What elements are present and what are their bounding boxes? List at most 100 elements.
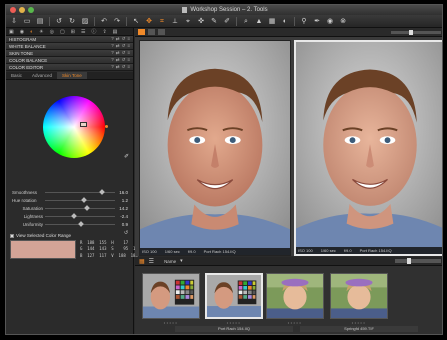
exposure-icon[interactable]: ⊗	[339, 17, 347, 25]
rating-stars[interactable]: •••••	[205, 320, 263, 325]
warning-icon[interactable]: ▲	[255, 17, 263, 25]
zoom-slider[interactable]	[391, 30, 441, 35]
menu-icon[interactable]: ≡	[127, 36, 130, 42]
slider-value[interactable]: 1.2	[115, 198, 128, 203]
folder-icon[interactable]: ▤	[36, 17, 44, 25]
rotate-left-icon[interactable]: ↺	[55, 17, 63, 25]
details-tab-icon[interactable]: ⊞	[71, 29, 75, 35]
viewer-image-left[interactable]: ISO 100 1/60 sec f/9.0 Port Rach 154.IIQ	[139, 40, 291, 256]
straighten-icon[interactable]: ⟂	[171, 17, 179, 25]
menu-icon[interactable]: ≡	[127, 43, 130, 49]
flip-icon[interactable]: ◐	[281, 17, 289, 25]
import-icon[interactable]: ⇩	[10, 17, 18, 25]
slider-track[interactable]	[45, 188, 115, 195]
slider-value[interactable]: 14.2	[115, 206, 128, 211]
reset-icon[interactable]: ↺	[122, 64, 126, 70]
copy-apply-icon[interactable]: ⇄	[116, 36, 120, 42]
single-view-button[interactable]	[138, 29, 145, 35]
filmstrip-thumbnail[interactable]	[330, 273, 388, 319]
rating-stars[interactable]: •••••	[330, 320, 388, 325]
reset-icon[interactable]: ↺	[122, 36, 126, 42]
exposure-tab-icon[interactable]: ☀	[39, 29, 43, 35]
reset-icon[interactable]: ↺	[122, 50, 126, 56]
loupe-icon[interactable]: ⚲	[300, 17, 308, 25]
slider-value[interactable]: 16.0	[115, 190, 128, 195]
copy-apply-icon[interactable]: ⇄	[116, 43, 120, 49]
copy-apply-icon[interactable]: ⇄	[116, 50, 120, 56]
color-wheel-handle[interactable]	[105, 125, 108, 128]
trash-icon[interactable]: ▨	[81, 17, 89, 25]
metadata-tab-icon[interactable]: ⓘ	[91, 28, 96, 35]
brush-icon[interactable]: ✎	[210, 17, 218, 25]
view-selected-color-range-checkbox[interactable]	[10, 233, 14, 238]
browser-list-icon[interactable]: ☰	[149, 258, 154, 265]
slider-value[interactable]: 0.9	[115, 222, 128, 227]
lens-tab-icon[interactable]: ◎	[50, 29, 54, 35]
slider-track[interactable]	[45, 196, 115, 203]
rating-stars[interactable]: •••••	[266, 320, 324, 325]
color-editor-tab[interactable]: Basic	[6, 72, 27, 79]
color-editor-tab[interactable]: Skin Tone	[57, 72, 87, 79]
rotate-right-icon[interactable]: ↻	[68, 17, 76, 25]
zoom-icon[interactable]: ⌕	[242, 17, 250, 25]
capture-icon[interactable]: ▭	[23, 17, 31, 25]
filmstrip-thumbnail[interactable]	[205, 273, 263, 319]
reset-icon[interactable]: ↺	[122, 57, 126, 63]
library-tab-icon[interactable]: ▣	[9, 29, 14, 35]
color-editor-tab[interactable]: Advanced	[27, 72, 57, 79]
slider-value[interactable]: -2.4	[115, 214, 128, 219]
crop-icon[interactable]: ⌗	[158, 17, 166, 25]
heal-icon[interactable]: ✜	[197, 17, 205, 25]
zoom-slider-knob[interactable]	[409, 30, 413, 35]
compare-view-button[interactable]	[158, 29, 165, 35]
slider-track[interactable]	[45, 212, 115, 219]
tool-section-header[interactable]: HISTOGRAM? ⇄ ↺ ≡	[6, 36, 133, 43]
view-selected-color-range[interactable]: View Selected Color Range	[10, 232, 130, 239]
menu-icon[interactable]: ≡	[127, 50, 130, 56]
rating-stars[interactable]: •••••	[142, 320, 200, 325]
thumbnail-size-slider[interactable]	[395, 258, 441, 264]
cursor-icon[interactable]: ↖	[132, 17, 140, 25]
undo-icon[interactable]: ↶	[100, 17, 108, 25]
batch-tab-icon[interactable]: ▤	[113, 29, 118, 35]
pen-icon[interactable]: ✒	[313, 17, 321, 25]
slider-track[interactable]	[45, 204, 115, 211]
slider-knob[interactable]	[78, 220, 85, 227]
slider-knob[interactable]	[71, 212, 78, 219]
menu-icon[interactable]: ≡	[127, 64, 130, 70]
filmstrip-thumbnail[interactable]	[266, 273, 324, 319]
adjustments-tab-icon[interactable]: ☰	[81, 29, 85, 35]
skin-tone-swatch[interactable]	[10, 240, 76, 259]
thumbnail-size-knob[interactable]	[407, 258, 411, 264]
help-icon[interactable]: ?	[111, 43, 114, 49]
sort-by-label[interactable]: Name	[164, 259, 176, 264]
slider-knob[interactable]	[84, 204, 90, 211]
filmstrip-thumbnail[interactable]	[142, 273, 200, 319]
color-range-marker[interactable]	[80, 122, 87, 127]
slider-knob[interactable]	[99, 188, 106, 195]
help-icon[interactable]: ?	[111, 36, 114, 42]
capture-tab-icon[interactable]: ◉	[20, 29, 24, 35]
close-window-button[interactable]	[10, 7, 16, 13]
color-picker-icon[interactable]: ✐	[124, 153, 129, 160]
help-icon[interactable]: ?	[111, 57, 114, 63]
slider-knob[interactable]	[80, 196, 87, 203]
composition-tab-icon[interactable]: ▢	[60, 29, 65, 35]
browser-grid-icon[interactable]: ▦	[139, 258, 145, 265]
color-tab-icon[interactable]: ◐	[30, 29, 33, 35]
copy-apply-icon[interactable]: ⇄	[116, 57, 120, 63]
menu-icon[interactable]: ≡	[127, 57, 130, 63]
sort-dropdown-icon[interactable]: ▾	[180, 258, 183, 264]
redo-icon[interactable]: ↷	[113, 17, 121, 25]
help-icon[interactable]: ?	[111, 50, 114, 56]
tool-section-header[interactable]: COLOR EDITOR? ⇄ ↺ ≡	[6, 64, 133, 71]
zoom-window-button[interactable]	[28, 7, 34, 13]
help-icon[interactable]: ?	[111, 64, 114, 70]
keystone-icon[interactable]: ⌖	[184, 17, 192, 25]
color-wheel[interactable]	[43, 96, 105, 158]
output-tab-icon[interactable]: ⇪	[102, 29, 106, 35]
slider-track[interactable]	[45, 220, 115, 227]
reset-icon[interactable]: ↺	[122, 43, 126, 49]
tool-section-header[interactable]: SKIN TONE? ⇄ ↺ ≡	[6, 50, 133, 57]
multi-view-button[interactable]	[148, 29, 155, 35]
